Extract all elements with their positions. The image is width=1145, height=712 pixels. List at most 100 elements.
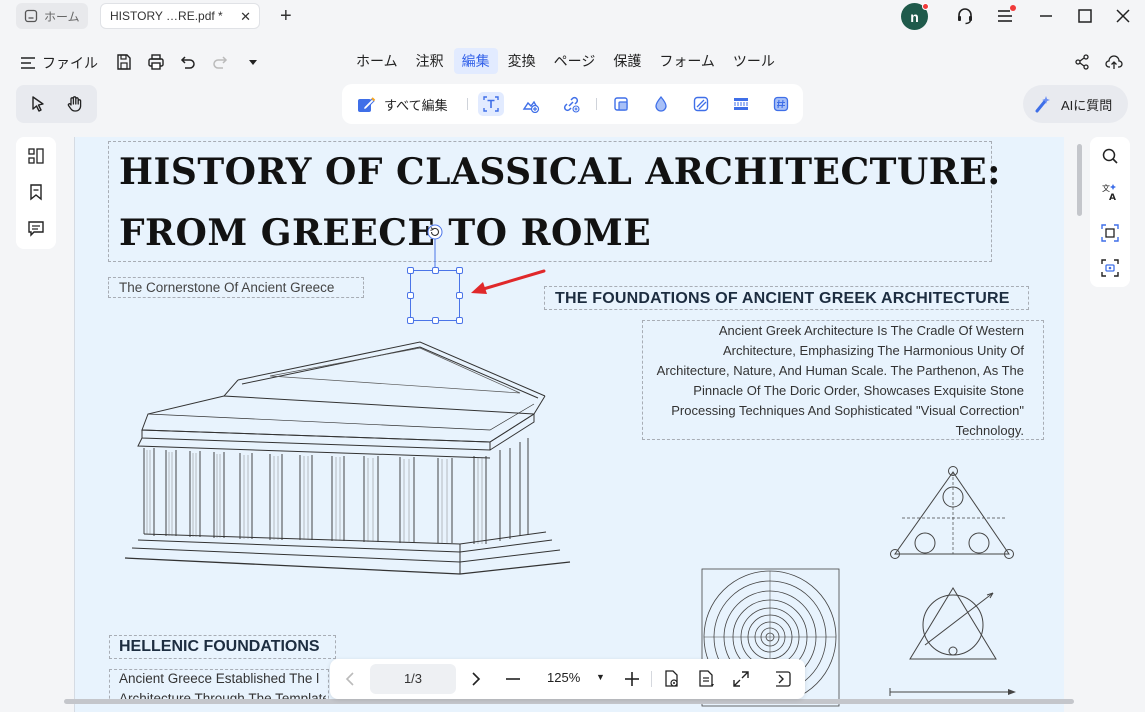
link-icon — [563, 96, 580, 113]
resize-handle[interactable] — [456, 292, 463, 299]
hamburger-icon — [21, 57, 35, 69]
title-bar: ホーム HISTORY …RE.pdf * ✕ + n — [0, 0, 1145, 32]
horizontal-scrollbar[interactable] — [64, 699, 1074, 704]
collapse-bar-icon[interactable] — [773, 669, 793, 689]
menu-annotate[interactable]: 注釈 — [408, 48, 452, 74]
headset-icon[interactable] — [955, 6, 975, 26]
prev-page-icon[interactable] — [340, 669, 360, 689]
header-footer-button[interactable] — [728, 92, 754, 116]
hellenic-body-line1[interactable]: Ancient Greece Established The l — [119, 671, 326, 686]
resize-handle[interactable] — [407, 267, 414, 274]
number-icon — [773, 96, 789, 112]
watermark-button[interactable] — [648, 92, 674, 116]
resize-handle[interactable] — [407, 292, 414, 299]
toolbar-divider — [596, 98, 597, 110]
zoom-level[interactable]: 125% — [547, 670, 580, 685]
triangle-circle-diagram-2[interactable] — [905, 585, 1005, 665]
redo-icon[interactable] — [211, 53, 229, 71]
zoom-out-icon[interactable] — [503, 669, 523, 689]
edit-all-label: すべて編集 — [384, 97, 448, 113]
comment-icon[interactable] — [26, 218, 46, 238]
section-heading[interactable]: THE FOUNDATIONS OF ANCIENT GREEK ARCHITE… — [555, 290, 1010, 308]
view-mode-icon[interactable] — [661, 669, 681, 689]
translate-icon[interactable]: 文A — [1100, 182, 1120, 202]
crop-page-button[interactable] — [608, 92, 634, 116]
hellenic-heading[interactable]: HELLENIC FOUNDATIONS — [119, 638, 320, 656]
bookmark-icon[interactable] — [26, 182, 46, 202]
cloud-upload-icon[interactable] — [1105, 53, 1123, 71]
ai-sparkle-icon — [1035, 96, 1050, 113]
section-paragraph[interactable]: Ancient Greek Architecture Is The Cradle… — [648, 321, 1024, 441]
close-tab-icon[interactable]: ✕ — [240, 9, 251, 25]
resize-handle[interactable] — [456, 267, 463, 274]
home-icon — [24, 9, 38, 23]
document-subtitle[interactable]: The Cornerstone Of Ancient Greece — [119, 280, 334, 295]
selected-object[interactable] — [410, 270, 460, 321]
menu-home[interactable]: ホーム — [348, 48, 406, 74]
tab-home[interactable]: ホーム — [16, 3, 88, 29]
document-title-line1[interactable]: HISTORY OF CLASSICAL ARCHITECTURE: — [119, 151, 1001, 193]
resize-handle[interactable] — [432, 267, 439, 274]
avatar-initial: n — [910, 8, 919, 25]
add-text-icon — [483, 96, 499, 112]
search-icon[interactable] — [1100, 146, 1120, 166]
background-button[interactable] — [688, 92, 714, 116]
page-navigation-bar: 1/3 125% ▼ — [330, 659, 805, 699]
share-icon[interactable] — [1073, 53, 1091, 71]
file-menu-label: ファイル — [42, 55, 98, 71]
file-menu-button[interactable]: ファイル — [20, 53, 98, 73]
menu-form[interactable]: フォーム — [651, 48, 723, 74]
ocr-scan-icon[interactable] — [1100, 223, 1120, 243]
menu-tools[interactable]: ツール — [725, 48, 783, 74]
bates-number-button[interactable] — [768, 92, 794, 116]
menu-protect[interactable]: 保護 — [605, 48, 649, 74]
page-number-input[interactable]: 1/3 — [370, 664, 456, 694]
crop-icon — [614, 97, 628, 111]
triangle-circle-diagram[interactable] — [887, 462, 1017, 562]
close-window-icon[interactable] — [1113, 6, 1133, 26]
ask-ai-button[interactable]: AIに質問 — [1023, 85, 1128, 123]
select-cursor-icon[interactable] — [28, 94, 48, 114]
background-icon — [693, 96, 709, 112]
add-link-button[interactable] — [558, 92, 584, 116]
minimize-icon[interactable] — [1036, 6, 1056, 26]
new-tab-button[interactable]: + — [280, 5, 292, 28]
resize-handle[interactable] — [407, 317, 414, 324]
hellenic-body-line2[interactable]: Architecture Through The Template — [119, 691, 326, 699]
save-icon[interactable] — [115, 53, 133, 71]
parthenon-illustration[interactable] — [120, 338, 575, 580]
add-image-button[interactable] — [518, 92, 544, 116]
pagebar-divider — [651, 671, 652, 687]
avatar[interactable]: n — [901, 3, 929, 30]
tab-document[interactable]: HISTORY …RE.pdf * ✕ — [100, 3, 260, 29]
add-text-button[interactable] — [478, 92, 504, 116]
menu-convert[interactable]: 変換 — [500, 48, 544, 74]
thumbnails-icon[interactable] — [26, 146, 46, 166]
add-image-icon — [522, 100, 540, 113]
edit-all-button[interactable]: すべて編集 — [356, 94, 448, 114]
tab-home-label: ホーム — [44, 9, 80, 24]
print-icon[interactable] — [147, 53, 165, 71]
zoom-dropdown-icon[interactable]: ▼ — [596, 672, 605, 682]
resize-handle[interactable] — [432, 317, 439, 324]
fit-page-icon[interactable] — [731, 669, 751, 689]
hand-tool-icon[interactable] — [65, 94, 85, 114]
undo-icon[interactable] — [179, 53, 197, 71]
edit-all-icon — [358, 97, 376, 112]
maximize-icon[interactable] — [1075, 6, 1095, 26]
zoom-in-icon[interactable] — [622, 669, 642, 689]
rotate-handle[interactable] — [424, 223, 446, 273]
menu-page[interactable]: ページ — [546, 48, 604, 74]
edit-toolbar: すべて編集 — [342, 84, 803, 124]
document-title-line2[interactable]: FROM GREECE TO ROME — [119, 212, 651, 254]
pointer-tools — [16, 85, 97, 123]
resize-handle[interactable] — [456, 317, 463, 324]
menu-edit[interactable]: 編集 — [453, 48, 498, 74]
screen-capture-icon[interactable] — [1100, 258, 1120, 278]
vertical-scrollbar[interactable] — [1077, 144, 1082, 216]
quick-access-dropdown-icon[interactable] — [244, 53, 262, 71]
next-page-icon[interactable] — [466, 669, 486, 689]
svg-text:A: A — [1109, 193, 1116, 202]
menu-notification-dot — [1010, 5, 1016, 11]
page-layout-icon[interactable] — [696, 669, 716, 689]
